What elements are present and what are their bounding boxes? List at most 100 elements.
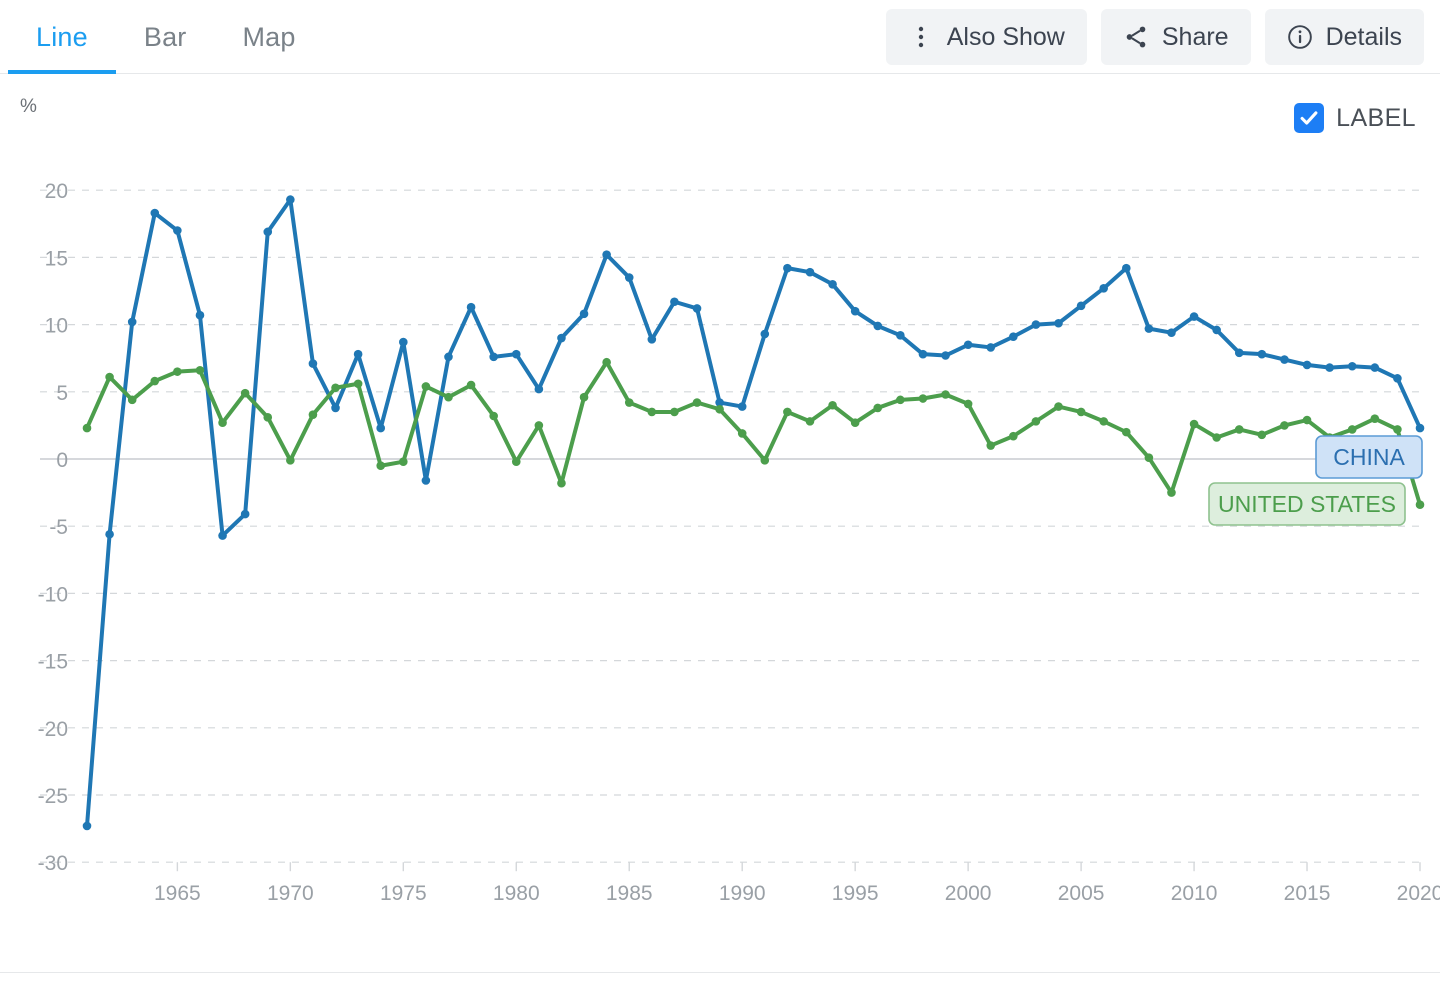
data-point[interactable] [1393,425,1402,434]
data-point[interactable] [873,403,883,413]
data-point[interactable] [1257,430,1267,440]
data-point[interactable] [850,306,860,316]
data-point[interactable] [1031,417,1041,426]
data-point[interactable] [557,478,566,488]
data-point[interactable] [1054,402,1063,411]
data-point[interactable] [1393,374,1402,383]
data-point[interactable] [670,297,679,307]
also-show-button[interactable]: Also Show [885,9,1087,65]
tab-bar[interactable]: Bar [116,0,215,74]
data-point[interactable] [218,531,227,540]
data-point[interactable] [444,352,453,362]
data-point[interactable] [1370,363,1380,372]
data-point[interactable] [444,392,453,402]
data-point[interactable] [1167,488,1176,497]
data-point[interactable] [489,411,498,421]
data-point[interactable] [127,317,137,327]
details-button[interactable]: Details [1264,9,1424,65]
data-point[interactable] [963,399,973,409]
data-point[interactable] [670,407,679,417]
data-point[interactable] [399,457,408,466]
data-point[interactable] [579,309,589,319]
data-point[interactable] [1121,263,1131,273]
tab-line[interactable]: Line [8,0,116,74]
tab-map[interactable]: Map [214,0,323,74]
data-point[interactable] [805,417,815,426]
data-point[interactable] [331,403,340,413]
data-point[interactable] [986,343,996,352]
data-point[interactable] [82,821,92,831]
label-checkbox[interactable]: LABEL [1294,103,1416,133]
data-point[interactable] [1234,348,1244,358]
data-point[interactable] [1144,453,1154,462]
data-point[interactable] [828,400,837,410]
data-point[interactable] [489,352,498,362]
data-point[interactable] [1302,360,1312,370]
data-point[interactable] [376,423,386,433]
data-point[interactable] [1370,414,1380,423]
data-point[interactable] [1415,423,1425,433]
data-point[interactable] [850,418,860,428]
data-point[interactable] [150,376,160,386]
data-point[interactable] [263,413,273,422]
data-point[interactable] [624,398,634,407]
data-point[interactable] [82,423,92,433]
data-point[interactable] [896,331,905,340]
series-label-china[interactable]: CHINA [1315,435,1423,479]
data-point[interactable] [1076,301,1086,311]
data-point[interactable] [331,383,340,393]
data-point[interactable] [1347,425,1357,434]
data-point[interactable] [421,382,431,391]
data-point[interactable] [127,395,137,405]
data-point[interactable] [1099,417,1108,426]
data-point[interactable] [1280,355,1289,364]
data-point[interactable] [941,390,950,399]
data-point[interactable] [692,304,702,313]
data-point[interactable] [692,398,702,407]
data-point[interactable] [1189,419,1199,429]
data-point[interactable] [1009,431,1018,441]
data-point[interactable] [805,267,815,277]
data-point[interactable] [579,392,589,402]
data-point[interactable] [783,263,792,273]
data-point[interactable] [1054,318,1063,328]
data-point[interactable] [602,250,611,260]
data-point[interactable] [963,340,973,350]
checkbox-checked-icon[interactable] [1294,103,1325,133]
data-point[interactable] [466,302,476,312]
data-point[interactable] [534,384,544,394]
data-point[interactable] [1257,349,1267,359]
data-point[interactable] [308,410,318,419]
data-point[interactable] [534,421,544,430]
data-point[interactable] [1212,325,1221,335]
data-point[interactable] [918,349,928,359]
data-point[interactable] [737,429,747,438]
data-point[interactable] [557,333,566,343]
data-point[interactable] [1076,407,1086,417]
data-point[interactable] [873,321,883,331]
data-point[interactable] [1167,328,1176,337]
data-point[interactable] [195,366,205,375]
data-point[interactable] [218,418,227,428]
data-point[interactable] [1234,425,1244,434]
data-point[interactable] [828,279,837,289]
series-label-united-states[interactable]: UNITED STATES [1208,482,1406,526]
data-point[interactable] [240,509,250,519]
data-point[interactable] [602,357,611,367]
data-point[interactable] [195,310,205,320]
data-point[interactable] [173,226,182,235]
data-point[interactable] [286,195,295,204]
data-point[interactable] [647,407,657,417]
data-point[interactable] [240,388,250,398]
data-point[interactable] [353,349,363,359]
data-point[interactable] [511,349,521,359]
data-point[interactable] [511,457,521,466]
data-point[interactable] [1099,284,1108,293]
data-point[interactable] [399,337,408,347]
data-point[interactable] [286,456,295,465]
data-point[interactable] [308,359,318,368]
data-point[interactable] [896,395,905,405]
share-button[interactable]: Share [1100,9,1251,65]
data-point[interactable] [1415,500,1425,510]
data-point[interactable] [466,380,476,390]
